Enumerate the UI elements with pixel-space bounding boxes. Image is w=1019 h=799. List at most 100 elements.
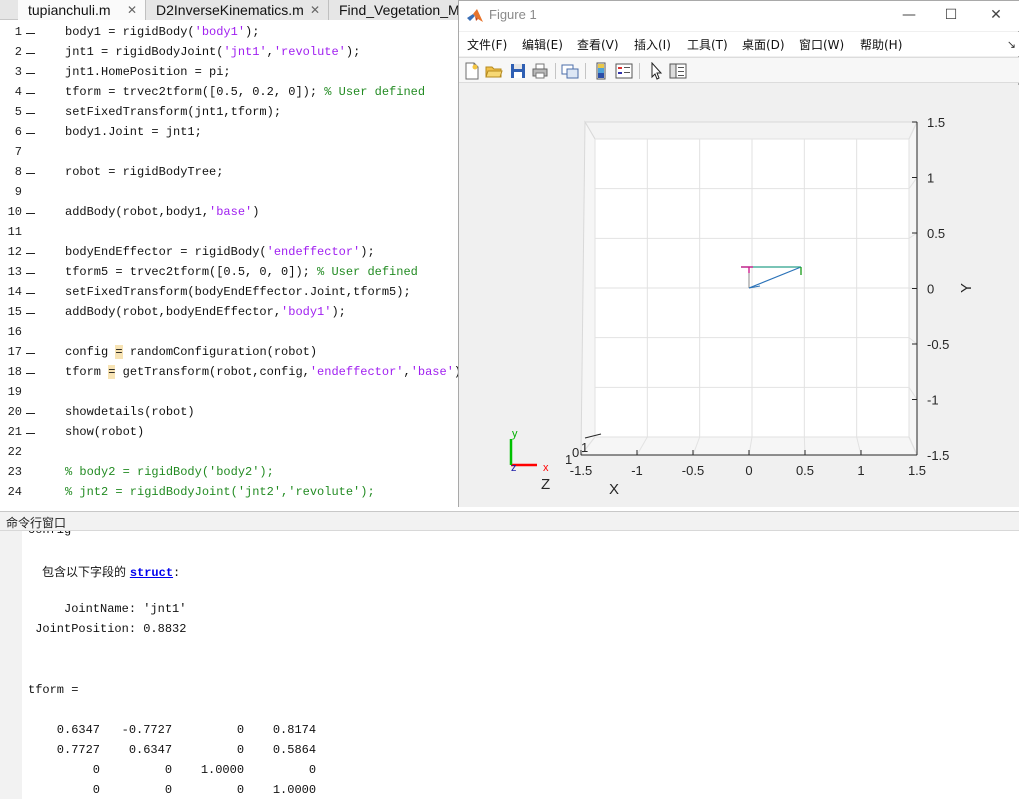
- string-literal: 'base': [209, 205, 253, 219]
- breakpoint-marker[interactable]: [26, 73, 35, 74]
- code-line[interactable]: addBody(robot,bodyEndEffector,'body1');: [65, 305, 346, 319]
- breakpoint-marker[interactable]: [26, 113, 35, 114]
- minimize-button[interactable]: —: [897, 5, 921, 25]
- code-line[interactable]: jnt1.HomePosition = pi;: [65, 65, 231, 79]
- code-line[interactable]: jnt1 = rigidBodyJoint('jnt1','revolute')…: [65, 45, 360, 59]
- axes-3d[interactable]: -1.5 -1 -0.5 0 0.5 1 1.5 1.510.50-0.5-1-1.5 1 …: [459, 85, 1019, 507]
- code-line[interactable]: tform = trvec2tform([0.5, 0.2, 0]); % Us…: [65, 85, 425, 99]
- close-button[interactable]: ✕: [984, 5, 1008, 25]
- line-number: 1: [14, 25, 22, 39]
- pointer-icon[interactable]: [647, 62, 665, 80]
- line-number: 19: [7, 385, 22, 399]
- code-token: addBody(robot,body1,: [65, 205, 210, 219]
- menu-file[interactable]: 文件(F): [467, 36, 507, 53]
- menu-help[interactable]: 帮助(H): [860, 36, 902, 53]
- code-token: show(robot): [65, 425, 145, 439]
- code-text-area[interactable]: body1 = rigidBody('body1'); jnt1 = rigidB…: [40, 20, 460, 510]
- code-line[interactable]: tform5 = trvec2tform([0.5, 0, 0]); % Use…: [65, 265, 418, 279]
- x-tick-label: -1: [631, 463, 643, 478]
- close-icon[interactable]: ✕: [310, 0, 320, 20]
- close-icon[interactable]: ✕: [127, 0, 137, 20]
- tab-find-vegetation[interactable]: Find_Vegetation_Mu: [329, 0, 464, 20]
- code-line[interactable]: body1.Joint = jnt1;: [65, 125, 202, 139]
- code-line[interactable]: config = randomConfiguration(robot): [65, 345, 317, 359]
- code-line[interactable]: % body2 = rigidBody('body2');: [65, 465, 274, 479]
- matrix-row: 0 0 0 1.0000: [28, 783, 317, 797]
- code-line[interactable]: tform = getTransform(robot,config,'endef…: [65, 365, 460, 379]
- colorbar-icon[interactable]: [592, 62, 610, 80]
- menu-window[interactable]: 窗口(W): [799, 36, 844, 53]
- figure-title-bar[interactable]: Figure 1 — ☐ ✕: [459, 1, 1019, 31]
- code-token: tform = trvec2tform([0.5, 0.2, 0]);: [65, 85, 325, 99]
- comment: % User defined: [317, 265, 418, 279]
- menu-overflow-icon[interactable]: ↘: [1007, 38, 1016, 51]
- code-line[interactable]: body1 = rigidBody('body1');: [65, 25, 259, 39]
- code-line[interactable]: bodyEndEffector = rigidBody('endeffector…: [65, 245, 375, 259]
- breakpoint-marker[interactable]: [26, 353, 35, 354]
- string-literal: 'base': [410, 365, 454, 379]
- breakpoint-marker[interactable]: [26, 413, 35, 414]
- code-token: );: [331, 305, 346, 319]
- matrix-row: 0.6347 -0.7727 0 0.8174: [28, 723, 317, 737]
- breakpoint-marker[interactable]: [26, 273, 35, 274]
- plot-area[interactable]: -1.5 -1 -0.5 0 0.5 1 1.5 1.5 1 0.5 0 -0.5 -1 -1.5 1 …: [459, 85, 1019, 507]
- y-tick-label: 0.5: [927, 226, 945, 241]
- menu-desktop[interactable]: 桌面(D): [742, 36, 785, 53]
- breakpoint-marker[interactable]: [26, 33, 35, 34]
- command-window[interactable]: config 包含以下字段的 struct: JointName: 'jnt1'…: [0, 531, 1019, 799]
- code-line[interactable]: showdetails(robot): [65, 405, 195, 419]
- breakpoint-marker[interactable]: [26, 433, 35, 434]
- command-window-header: 命令行窗口: [0, 511, 1019, 531]
- code-token: tform5 = trvec2tform([0.5, 0, 0]);: [65, 265, 318, 279]
- toolbar-separator: [555, 63, 556, 79]
- line-number: 10: [7, 205, 22, 219]
- breakpoint-marker[interactable]: [26, 293, 35, 294]
- breakpoint-marker[interactable]: [26, 173, 35, 174]
- code-token: setFixedTransform(bodyEndEffector.Joint,…: [65, 285, 411, 299]
- matlab-logo-icon: [467, 9, 483, 22]
- struct-link[interactable]: struct: [130, 566, 173, 580]
- menu-view[interactable]: 查看(V): [577, 36, 619, 53]
- legend-icon[interactable]: [615, 62, 633, 80]
- code-token: getTransform(robot,config,: [115, 365, 310, 379]
- link-plot-icon[interactable]: [561, 62, 579, 80]
- menu-edit[interactable]: 编辑(E): [522, 36, 563, 53]
- line-number: 13: [7, 265, 22, 279]
- y-tick-label: -1: [927, 393, 939, 408]
- print-icon[interactable]: [531, 62, 549, 80]
- code-line[interactable]: show(robot): [65, 425, 144, 439]
- breakpoint-marker[interactable]: [26, 253, 35, 254]
- line-number: 7: [14, 145, 22, 159]
- open-file-icon[interactable]: [485, 62, 503, 80]
- figure-window[interactable]: Figure 1 — ☐ ✕ 文件(F) 编辑(E) 查看(V) 插入(I) 工…: [458, 0, 1019, 507]
- code-token: =: [115, 345, 123, 359]
- code-line[interactable]: setFixedTransform(jnt1,tform);: [65, 105, 281, 119]
- line-number: 22: [7, 445, 22, 459]
- code-token: );: [245, 25, 260, 39]
- breakpoint-marker[interactable]: [26, 133, 35, 134]
- menu-insert[interactable]: 插入(I): [634, 36, 671, 53]
- breakpoint-marker[interactable]: [26, 313, 35, 314]
- string-literal: 'body1': [281, 305, 332, 319]
- breakpoint-marker[interactable]: [26, 53, 35, 54]
- breakpoint-marker[interactable]: [26, 93, 35, 94]
- tab-d2inversekinematics[interactable]: D2InverseKinematics.m ✕: [146, 0, 329, 20]
- command-output-line: config: [28, 531, 71, 537]
- save-icon[interactable]: [509, 62, 527, 80]
- code-token: config: [65, 345, 116, 359]
- code-line[interactable]: % jnt2 = rigidBodyJoint('jnt2','revolute…: [65, 485, 375, 499]
- triad-z-label: z: [511, 462, 517, 474]
- menu-tools[interactable]: 工具(T): [687, 36, 728, 53]
- property-inspector-icon[interactable]: [669, 62, 687, 80]
- code-line[interactable]: robot = rigidBodyTree;: [65, 165, 223, 179]
- code-line[interactable]: addBody(robot,body1,'base'): [65, 205, 259, 219]
- breakpoint-marker[interactable]: [26, 373, 35, 374]
- code-line[interactable]: setFixedTransform(bodyEndEffector.Joint,…: [65, 285, 411, 299]
- figure-title: Figure 1: [489, 7, 537, 22]
- breakpoint-marker[interactable]: [26, 213, 35, 214]
- new-figure-icon[interactable]: [463, 62, 481, 80]
- tab-tupianchuli[interactable]: tupianchuli.m ✕: [18, 0, 146, 20]
- figure-toolbar: [459, 57, 1019, 83]
- maximize-button[interactable]: ☐: [939, 5, 963, 25]
- line-number: 18: [7, 365, 22, 379]
